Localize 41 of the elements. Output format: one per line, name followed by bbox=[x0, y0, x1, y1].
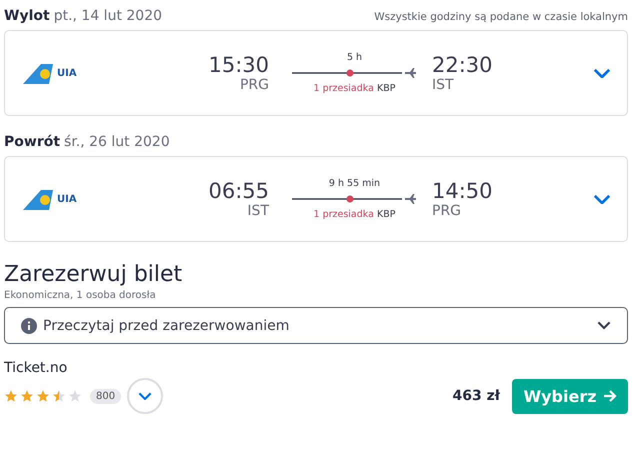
booking-title: Zarezerwuj bilet bbox=[4, 262, 184, 287]
provider-name: Ticket.no bbox=[4, 360, 68, 376]
timezone-note: Wszystkie godziny są podane w czasie lokalnym bbox=[374, 11, 628, 23]
leg-date: pt., 14 lut 2020 bbox=[54, 8, 162, 24]
airline-name: UIA bbox=[57, 68, 77, 78]
review-count: 800 bbox=[90, 388, 122, 404]
booking-subtitle: Ekonomiczna, 1 osoba dorosła bbox=[4, 290, 157, 301]
star-icon bbox=[20, 389, 34, 403]
arrow-right-icon bbox=[602, 390, 617, 402]
stopover-info: 1 przesiadka KBP bbox=[314, 83, 396, 94]
flight-card[interactable]: UIA 15:30 PRG 5 h 1 przesiadka KBP 22:30 IST bbox=[4, 30, 628, 116]
chevron-down-icon bbox=[593, 194, 611, 204]
departure-time: 15:30 bbox=[208, 53, 269, 77]
airline-tail-icon bbox=[21, 62, 53, 84]
leg-label: Powrót bbox=[4, 134, 60, 150]
flight-card[interactable]: UIA 06:55 IST 9 h 55 min 1 przesiadka KBP 14:50 PRG bbox=[4, 156, 628, 242]
flight-duration: 9 h 55 min bbox=[328, 178, 380, 189]
airline-name: UIA bbox=[57, 194, 77, 204]
chevron-down-icon bbox=[138, 392, 152, 400]
departure-airport: IST bbox=[247, 203, 269, 219]
departure-airport: PRG bbox=[240, 77, 269, 93]
arrival-time: 22:30 bbox=[432, 53, 493, 77]
stopover-info: 1 przesiadka KBP bbox=[314, 209, 396, 220]
chevron-down-icon bbox=[597, 321, 611, 330]
expand-button[interactable] bbox=[127, 378, 164, 414]
leg-label: Wylot bbox=[4, 8, 50, 24]
star-icon bbox=[4, 389, 18, 403]
star-icon bbox=[36, 389, 50, 403]
airline-tail-icon bbox=[21, 188, 53, 210]
price: 463 zł bbox=[452, 388, 500, 404]
arrival-airport: PRG bbox=[432, 203, 462, 219]
flight-duration: 5 h bbox=[346, 52, 362, 63]
star-icon bbox=[68, 389, 82, 403]
chevron-down-icon bbox=[593, 68, 611, 78]
leg-date: śr., 26 lut 2020 bbox=[64, 134, 170, 150]
arrival-airport: IST bbox=[432, 77, 454, 93]
departure-time: 06:55 bbox=[208, 179, 269, 203]
arrival-time: 14:50 bbox=[432, 179, 493, 203]
info-icon bbox=[21, 318, 37, 334]
read-before-booking-dropdown[interactable]: Przeczytaj przed zarezerwowaniem bbox=[4, 307, 628, 344]
star-icon bbox=[52, 389, 66, 403]
